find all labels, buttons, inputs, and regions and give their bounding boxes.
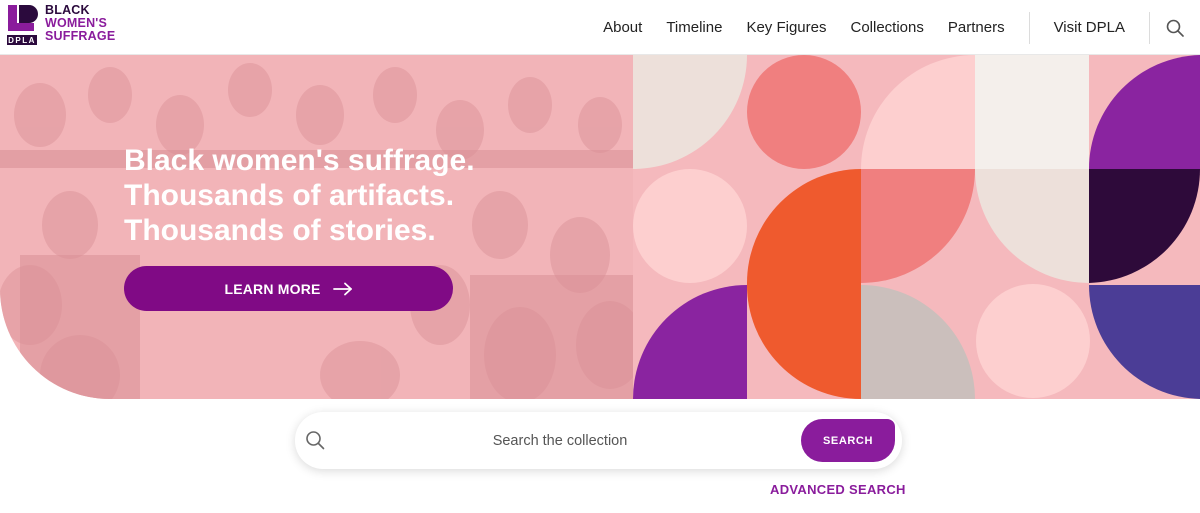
hero-section: Black women's suffrage. Thousands of art… (0, 55, 1200, 399)
nav-divider (1028, 11, 1030, 44)
logo-line-3: SUFFRAGE (45, 29, 116, 43)
nav-visit-dpla[interactable]: Visit DPLA (1042, 19, 1137, 36)
main-nav: About Timeline Key Figures Collections P… (591, 0, 1200, 55)
bws-logo-mark-icon: DPLA (5, 3, 39, 47)
site-logo[interactable]: DPLA BLACK WOMEN'S SUFFRAGE (5, 3, 115, 47)
hero-headline-line: Black women's suffrage. (124, 144, 475, 177)
learn-more-button[interactable]: LEARN MORE (124, 266, 453, 311)
search-input[interactable] (335, 422, 785, 459)
search-button[interactable]: SEARCH (801, 419, 895, 462)
learn-more-label: LEARN MORE (224, 280, 321, 297)
nav-key-figures[interactable]: Key Figures (734, 19, 838, 36)
collection-search-form: SEARCH (295, 412, 902, 469)
nav-partners[interactable]: Partners (936, 19, 1017, 36)
search-icon (306, 431, 325, 450)
nav-timeline[interactable]: Timeline (654, 19, 734, 36)
site-header: DPLA BLACK WOMEN'S SUFFRAGE About Timeli… (0, 0, 1200, 55)
advanced-search-link[interactable]: ADVANCED SEARCH (770, 482, 906, 497)
geometric-pattern-graphic (633, 55, 1200, 399)
header-search-button[interactable] (1150, 0, 1200, 55)
logo-badge-text: DPLA (8, 36, 36, 45)
hero-headline: Black women's suffrage. Thousands of art… (124, 143, 584, 248)
logo-wordmark: BLACK WOMEN'S SUFFRAGE (45, 4, 115, 43)
search-icon (1166, 19, 1184, 37)
nav-about[interactable]: About (591, 19, 654, 36)
hero-headline-line: Thousands of stories. (124, 214, 436, 247)
nav-collections[interactable]: Collections (839, 19, 936, 36)
hero-photo: Black women's suffrage. Thousands of art… (0, 55, 640, 399)
arrow-right-icon (332, 282, 353, 296)
hero-headline-line: Thousands of artifacts. (124, 179, 455, 212)
